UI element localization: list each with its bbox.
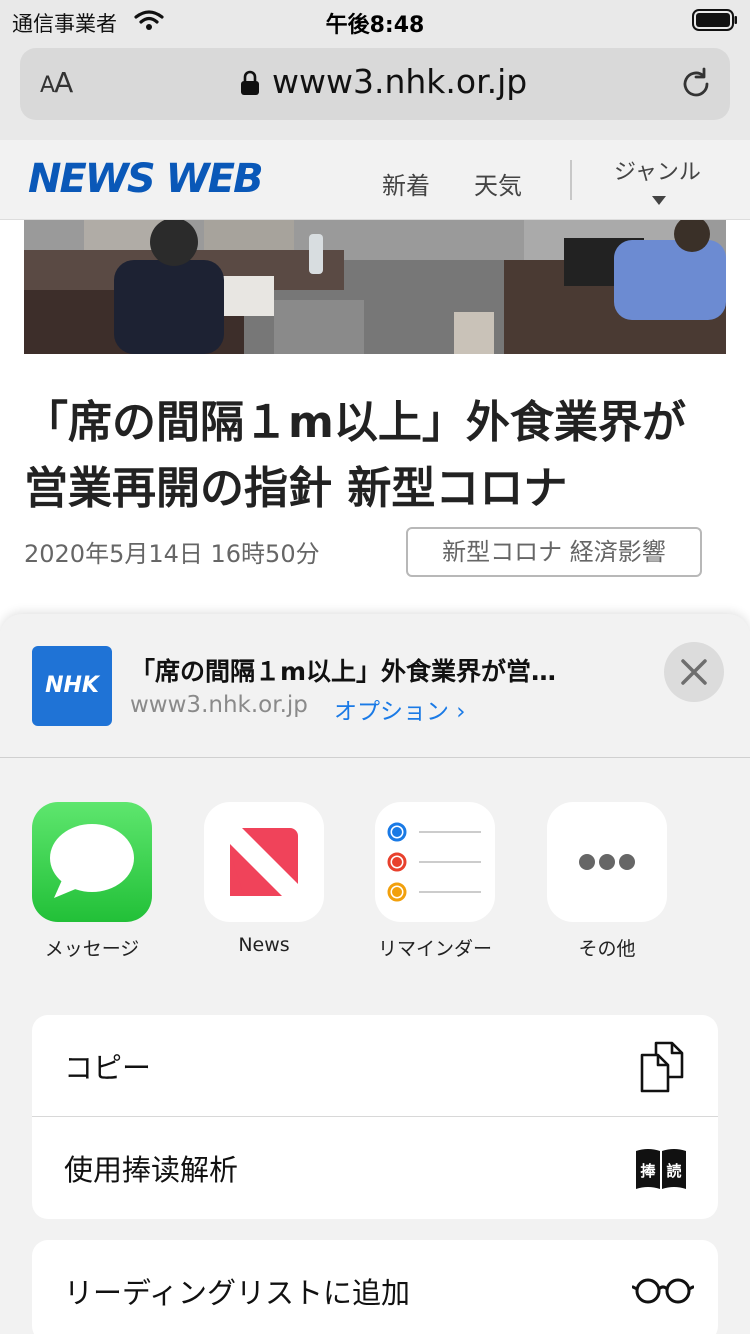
close-icon: [681, 659, 707, 685]
article-photo: [24, 220, 726, 354]
app-more[interactable]: その他: [527, 802, 687, 972]
action-label-reading-list: リーディングリストに追加: [64, 1276, 410, 1310]
address-bar[interactable]: AA www3.nhk.or.jp: [20, 48, 730, 120]
close-button[interactable]: [664, 642, 724, 702]
share-app-row: メッセージ News リマインダー その他: [0, 802, 750, 982]
action-reading-analysis[interactable]: 使用捧读解析 捧 読: [32, 1117, 718, 1219]
url-text[interactable]: www3.nhk.or.jp: [272, 62, 527, 101]
action-label-reading-analysis: 使用捧读解析: [64, 1153, 239, 1187]
app-messages[interactable]: メッセージ: [12, 802, 172, 972]
reload-icon[interactable]: [678, 66, 714, 102]
action-group-1: コピー 使用捧读解析 捧 読: [32, 1015, 718, 1219]
action-add-reading-list[interactable]: リーディングリストに追加: [32, 1240, 718, 1334]
messages-icon: [32, 802, 152, 922]
copy-icon: [640, 1041, 684, 1093]
nav-weather[interactable]: 天気: [474, 166, 522, 201]
more-icon: [547, 802, 667, 922]
share-sheet: NHK 「席の間隔１m以上」外食業界が営… www3.nhk.or.jp オプシ…: [0, 614, 750, 1334]
status-bar: 通信事業者 午後8:48: [0, 0, 750, 40]
app-news[interactable]: News: [184, 802, 344, 972]
chevron-down-icon[interactable]: [652, 196, 666, 205]
app-label-reminders: リマインダー: [377, 938, 492, 960]
nav-divider: [570, 160, 572, 200]
article-title[interactable]: 「席の間隔１m以上」外食業界が営業再開の指針 新型コロナ: [24, 390, 724, 522]
glasses-icon: [632, 1278, 694, 1304]
article-tag[interactable]: 新型コロナ 経済影響: [406, 527, 702, 577]
browser-toolbar: AA www3.nhk.or.jp: [0, 40, 750, 140]
reminders-icon: [375, 802, 495, 922]
book-char-1: 捧: [640, 1162, 656, 1180]
nav-new[interactable]: 新着: [382, 166, 430, 201]
nhk-site-icon: NHK: [32, 646, 112, 726]
site-header: NEWS WEB 新着 天気 ジャンル: [0, 140, 750, 220]
text-size-button[interactable]: AA: [40, 66, 73, 99]
app-reminders[interactable]: リマインダー: [355, 802, 515, 972]
action-group-2: リーディングリストに追加: [32, 1240, 718, 1334]
app-label-more: その他: [578, 938, 636, 960]
meeting-room-image: [24, 220, 726, 354]
book-char-2: 読: [666, 1162, 681, 1180]
share-sheet-header: NHK 「席の間隔１m以上」外食業界が営… www3.nhk.or.jp オプシ…: [0, 614, 750, 758]
app-label-news: News: [238, 934, 290, 956]
options-link[interactable]: オプション ›: [334, 692, 466, 726]
status-time: 午後8:48: [325, 13, 425, 38]
article-date: 2020年5月14日 16時50分: [24, 540, 320, 568]
battery-icon: [692, 9, 737, 31]
action-label-copy: コピー: [64, 1051, 152, 1085]
lock-icon: [241, 70, 259, 95]
news-web-logo[interactable]: NEWS WEB: [28, 156, 264, 202]
app-label-messages: メッセージ: [44, 938, 140, 960]
action-copy[interactable]: コピー: [32, 1015, 718, 1117]
share-title: 「席の間隔１m以上」外食業界が営…: [130, 657, 557, 686]
reading-book-icon: 捧 読: [636, 1149, 686, 1189]
nav-genre[interactable]: ジャンル: [614, 154, 701, 186]
share-domain: www3.nhk.or.jp: [130, 692, 308, 718]
news-icon: [204, 802, 324, 922]
